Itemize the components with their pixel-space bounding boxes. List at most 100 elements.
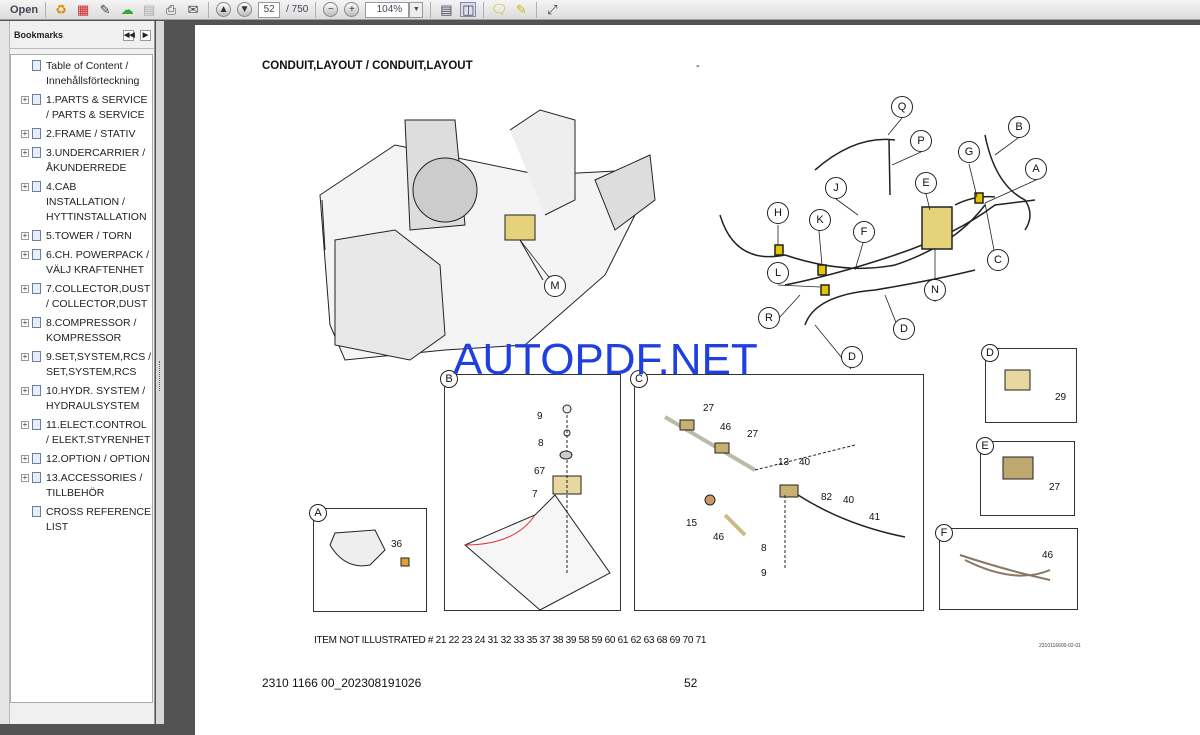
detail-a-label: A [309, 504, 327, 522]
bookmark-item[interactable]: +10.HYDR. SYSTEM / HYDRAULSYSTEM [11, 384, 152, 414]
bookmark-item[interactable]: +9.SET,SYSTEM,RCS / SET,SYSTEM,RCS [11, 350, 152, 380]
bookmark-item[interactable]: +8.COMPRESSOR / KOMPRESSOR [11, 316, 152, 346]
callout-p: P [910, 130, 932, 152]
bookmark-label: 1.PARTS & SERVICE / PARTS & SERVICE [46, 94, 148, 121]
detail-d-box [985, 348, 1077, 423]
part-number: 46 [713, 532, 725, 543]
expand-icon[interactable]: + [21, 251, 29, 259]
create-pdf-icon[interactable]: ♻ [53, 2, 69, 17]
bookmark-page-icon [32, 317, 41, 328]
collapse-panel-icon[interactable]: ◀◀ [123, 30, 135, 41]
callout-d: D [893, 318, 915, 340]
page-number-input[interactable]: 52 [258, 1, 281, 18]
bookmark-item[interactable]: +2.FRAME / STATIV [11, 127, 152, 142]
drawing-reference: 2310116600-02-01 [1039, 643, 1081, 649]
bookmark-label: 2.FRAME / STATIV [46, 128, 136, 140]
comment-icon[interactable]: 🗨 [491, 2, 508, 17]
bookmark-item[interactable]: CROSS REFERENCE LIST [11, 505, 152, 535]
expand-icon[interactable]: + [21, 285, 29, 293]
divider [430, 1, 432, 18]
bookmark-item[interactable]: +11.ELECT.CONTROL / ELEKT.STYRENHET [11, 418, 152, 448]
bookmark-page-icon [32, 249, 41, 260]
open-label: Open [10, 3, 39, 16]
bookmark-item[interactable]: +7.COLLECTOR,DUST / COLLECTOR,DUST [11, 282, 152, 312]
save-icon[interactable]: ▤ [141, 2, 157, 17]
divider [483, 1, 485, 18]
bookmark-item[interactable]: +6.CH. POWERPACK / VÄLJ KRAFTENHET [11, 248, 152, 278]
next-page-button[interactable]: ▼ [237, 2, 253, 17]
expand-icon[interactable]: + [21, 353, 29, 361]
detail-d-label: D [981, 344, 999, 362]
bookmarks-title: Bookmarks [14, 29, 64, 40]
detail-e-box [980, 441, 1075, 516]
full-screen-icon[interactable]: ⤢ [544, 2, 560, 17]
zoom-dropdown-icon[interactable]: ▼ [409, 1, 424, 18]
conduit-illustration [719, 134, 1036, 326]
part-number: 46 [1042, 550, 1054, 561]
bookmark-page-icon [32, 385, 41, 396]
expand-icon[interactable]: + [21, 455, 29, 463]
bookmark-label: 11.ELECT.CONTROL / ELEKT.STYRENHET [46, 419, 151, 446]
zoom-level-select[interactable]: 104% [365, 1, 410, 18]
expand-icon[interactable]: + [21, 149, 29, 157]
bookmark-item[interactable]: +12.OPTION / OPTION [11, 452, 152, 467]
part-number: 46 [720, 422, 732, 433]
panel-resize-handle[interactable] [156, 21, 164, 724]
detail-f-label: F [935, 524, 953, 542]
previous-page-button[interactable]: ▲ [216, 2, 232, 17]
toolbar: Open ♻ ▦ ✎ ☁ ▤ ⎙ ✉ ▲ ▼ 52 / 750 − + 104%… [0, 0, 1200, 20]
bookmark-label: 6.CH. POWERPACK / VÄLJ KRAFTENHET [46, 249, 150, 276]
bookmark-page-icon [32, 506, 41, 517]
fit-page-icon[interactable]: ◫ [460, 2, 477, 17]
bookmark-item[interactable]: +4.CAB INSTALLATION / HYTTINSTALLATION [11, 180, 152, 225]
email-icon[interactable]: ✉ [185, 2, 201, 17]
bookmark-label: 12.OPTION / OPTION [46, 453, 150, 465]
divider [45, 1, 47, 18]
callout-l: L [767, 262, 789, 284]
expand-icon[interactable]: + [21, 421, 29, 429]
print-icon[interactable]: ⎙ [163, 2, 179, 17]
bookmark-page-icon [32, 181, 41, 192]
expand-icon[interactable]: + [21, 319, 29, 327]
divider [536, 1, 538, 18]
bookmark-item[interactable]: +3.UNDERCARRIER / ÅKUNDERREDE [11, 146, 152, 176]
expand-icon[interactable]: + [21, 130, 29, 138]
expand-icon[interactable]: + [21, 232, 29, 240]
fit-width-icon[interactable]: ▤ [438, 2, 454, 17]
bookmark-item[interactable]: +1.PARTS & SERVICE / PARTS & SERVICE [11, 93, 152, 123]
bookmark-page-icon [32, 94, 41, 105]
expand-panel-icon[interactable]: ▶ [140, 30, 151, 41]
callout-r: R [758, 307, 780, 329]
expand-icon[interactable]: + [21, 387, 29, 395]
bookmark-page-icon [32, 128, 41, 139]
combine-files-icon[interactable]: ▦ [75, 2, 91, 17]
part-number: 36 [391, 539, 403, 550]
expand-icon[interactable]: + [21, 183, 29, 191]
page-total: / 750 [286, 4, 309, 15]
bookmark-label: 7.COLLECTOR,DUST / COLLECTOR,DUST [46, 283, 151, 310]
detail-e-label: E [976, 437, 994, 455]
bookmark-label: 3.UNDERCARRIER / ÅKUNDERREDE [46, 147, 146, 174]
expand-icon[interactable]: + [21, 96, 29, 104]
part-number: 29 [1055, 392, 1067, 403]
machine-illustration [319, 109, 656, 361]
expand-icon[interactable]: + [21, 474, 29, 482]
divider [208, 1, 210, 18]
bookmark-label: 8.COMPRESSOR / KOMPRESSOR [46, 317, 137, 344]
bookmark-item[interactable]: +13.ACCESSORIES / TILLBEHÖR [11, 471, 152, 501]
zoom-in-button[interactable]: + [344, 2, 360, 17]
detail-f-box [939, 528, 1078, 610]
callout-a: A [1025, 158, 1047, 180]
highlight-icon[interactable]: ✎ [513, 2, 529, 17]
bookmark-item[interactable]: +5.TOWER / TORN [11, 229, 152, 244]
part-number: 27 [747, 429, 759, 440]
edit-icon[interactable]: ✎ [97, 2, 113, 17]
part-number: 40 [843, 495, 855, 506]
open-button[interactable]: Open [10, 2, 38, 18]
bookmark-item[interactable]: Table of Content / Innehållsförteckning [11, 59, 152, 89]
upload-cloud-icon[interactable]: ☁ [119, 2, 135, 17]
callout-k: K [809, 209, 831, 231]
bookmark-page-icon [32, 147, 41, 158]
divider [315, 1, 317, 18]
zoom-out-button[interactable]: − [323, 2, 339, 17]
